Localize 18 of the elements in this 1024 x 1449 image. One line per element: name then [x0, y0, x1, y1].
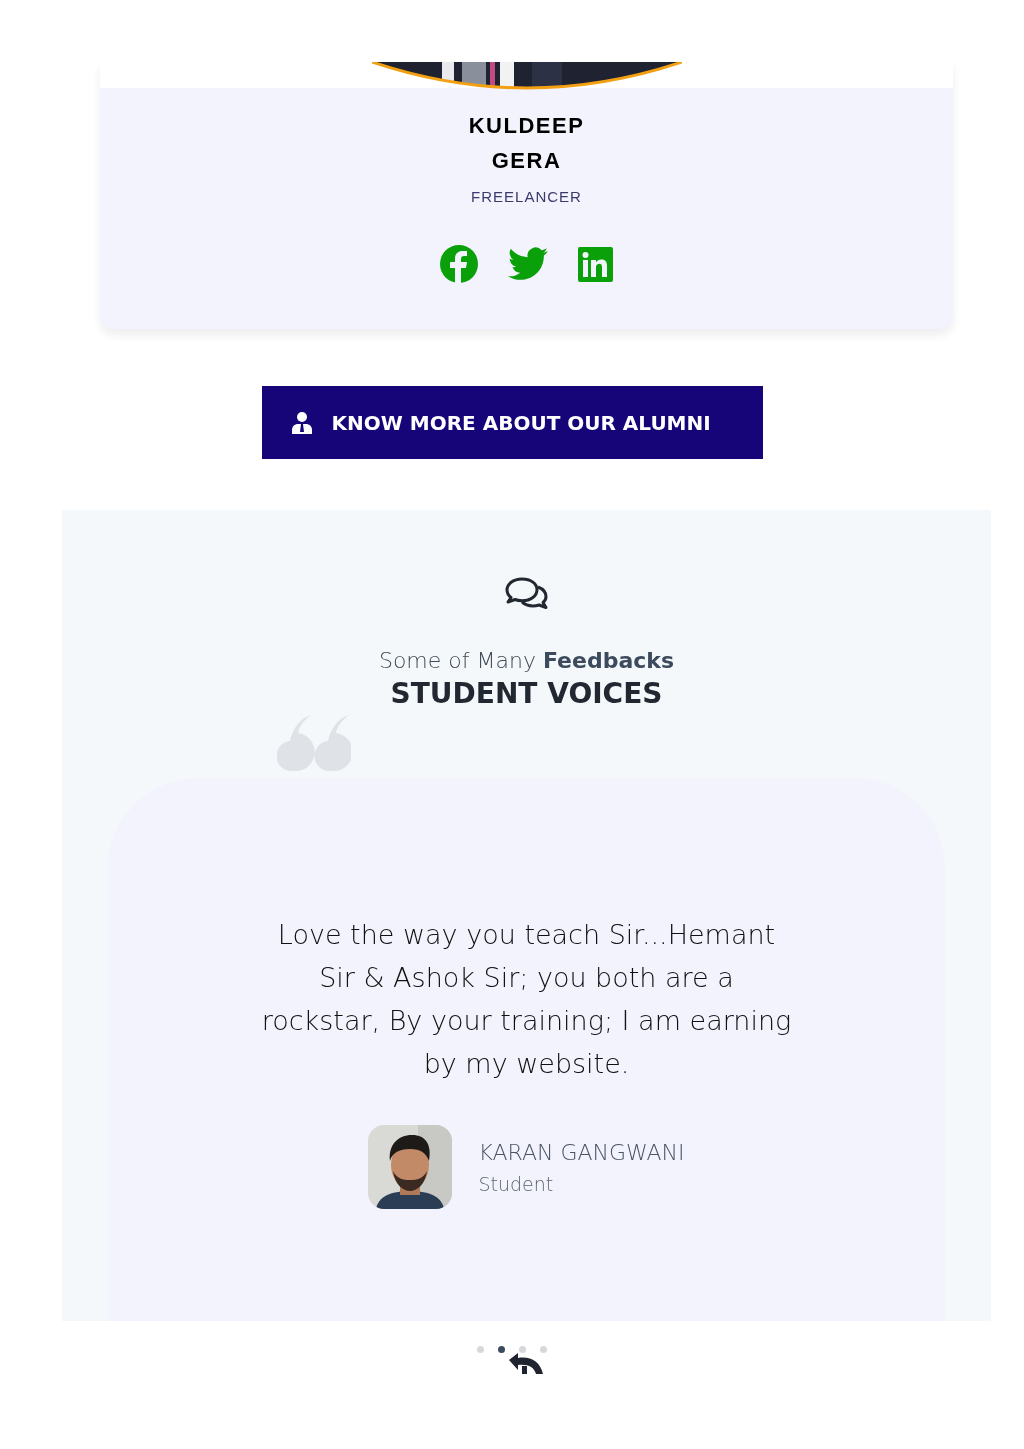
section-subtitle: Some of Many Feedbacks	[378, 648, 675, 673]
twitter-icon[interactable]	[508, 247, 548, 281]
carousel-dot[interactable]	[498, 1346, 505, 1353]
section-title: STUDENT VOICES	[390, 677, 663, 710]
alumni-button[interactable]: KNOW MORE ABOUT OUR ALUMNI	[261, 386, 763, 459]
user-icon	[291, 411, 312, 434]
profile-role: FREELANCER	[471, 188, 582, 205]
author-role: Student	[478, 1172, 555, 1195]
linkedin-icon[interactable]	[578, 246, 613, 282]
carousel-dot[interactable]	[519, 1346, 526, 1353]
chat-icon	[503, 576, 550, 612]
profile-name: KULDEEP GERA	[467, 112, 586, 175]
facebook-icon[interactable]	[440, 245, 478, 283]
carousel-dot[interactable]	[477, 1346, 484, 1353]
testimonial-quote: Love the way you teach Sir...Hemant Sir & Ashok Sir; you both are a rockstar, By your training; I am earning by my website.	[260, 918, 793, 1081]
undo-icon[interactable]	[506, 1352, 546, 1374]
carousel-dot[interactable]	[540, 1346, 547, 1353]
author-name: KARAN GANGWANI	[478, 1139, 685, 1165]
